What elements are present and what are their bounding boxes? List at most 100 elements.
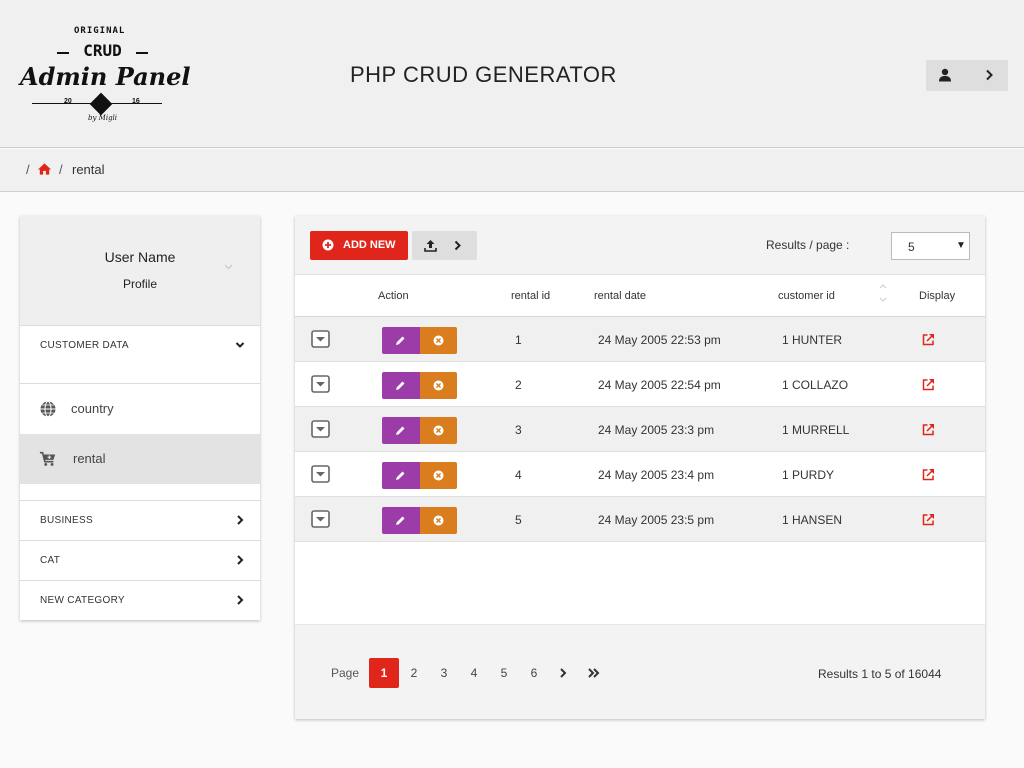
cell-customer-id: 1 PURDY [782, 468, 835, 482]
expand-row-icon[interactable] [311, 330, 330, 348]
sidebar-section-new-category[interactable]: NEW CATEGORY [20, 580, 260, 620]
table-row: 3 24 May 2005 23:3 pm 1 MURRELL [295, 407, 985, 452]
admin-panel-logo[interactable]: ORIGINAL CRUD Admin Panel 20 16 by Migli [18, 22, 191, 127]
sidebar-item-country[interactable]: country [20, 383, 260, 434]
cell-rental-date: 24 May 2005 23:4 pm [598, 468, 715, 482]
external-link-icon[interactable] [922, 468, 935, 481]
next-page-icon[interactable] [556, 667, 570, 679]
user-profile[interactable]: User Name Profile [20, 216, 260, 325]
page-button-6[interactable]: 6 [519, 658, 549, 688]
cell-rental-id: 4 [515, 468, 522, 482]
pencil-icon [396, 381, 405, 390]
caret-down-icon: ▼ [956, 240, 966, 251]
profile-link[interactable]: Profile [20, 277, 260, 291]
user-name: User Name [104, 249, 176, 265]
close-circle-icon [433, 380, 444, 391]
expand-row-icon[interactable] [311, 375, 330, 393]
external-link-icon[interactable] [922, 513, 935, 526]
logo-main-text: Admin Panel [20, 62, 191, 91]
last-page-icon[interactable] [587, 667, 601, 679]
edit-button[interactable] [382, 417, 420, 444]
chevron-right-icon [237, 595, 244, 605]
page-button-2[interactable]: 2 [399, 658, 429, 688]
cell-rental-id: 2 [515, 378, 522, 392]
add-new-button[interactable]: ADD NEW [310, 231, 408, 260]
delete-button[interactable] [420, 417, 457, 444]
logo-original-text: ORIGINAL [74, 26, 126, 36]
logo-year-right: 16 [132, 98, 140, 105]
app-title: PHP CRUD GENERATOR [350, 62, 617, 87]
column-header-customer-id[interactable]: customer id [778, 290, 835, 302]
cell-rental-date: 24 May 2005 23:3 pm [598, 423, 715, 437]
sidebar-section-label: BUSINESS [40, 515, 93, 526]
chevron-right-icon [454, 240, 461, 251]
table-row: 1 24 May 2005 22:53 pm 1 HUNTER [295, 317, 985, 362]
edit-button[interactable] [382, 327, 420, 354]
logo-diamond [89, 92, 113, 116]
sidebar-section-label: CAT [40, 555, 61, 566]
edit-button[interactable] [382, 372, 420, 399]
close-circle-icon [433, 515, 444, 526]
sidebar-section-cat[interactable]: CAT [20, 540, 260, 580]
results-per-page-value: 5 [908, 240, 915, 254]
rental-list-panel: ADD NEW Results / page : 5 ▼ Action rent… [295, 216, 985, 719]
table-header: Action rental id rental date customer id… [295, 276, 985, 317]
delete-button[interactable] [420, 507, 457, 534]
column-header-rental-id[interactable]: rental id [511, 290, 550, 302]
chevron-down-icon [235, 342, 245, 348]
logo-year-left: 20 [64, 98, 72, 105]
expand-row-icon[interactable] [311, 420, 330, 438]
upload-icon [424, 240, 437, 252]
export-button[interactable] [412, 231, 477, 260]
cell-rental-date: 24 May 2005 23:5 pm [598, 513, 715, 527]
chevron-down-icon[interactable] [224, 264, 233, 270]
cell-customer-id: 1 HUNTER [782, 333, 843, 347]
edit-button[interactable] [382, 507, 420, 534]
external-link-icon[interactable] [922, 333, 935, 346]
user-menu-button[interactable] [926, 60, 1008, 91]
pencil-icon [396, 336, 405, 345]
delete-button[interactable] [420, 372, 457, 399]
results-per-page-select[interactable]: 5 ▼ [891, 232, 970, 260]
sidebar-section-business[interactable]: BUSINESS [20, 500, 260, 540]
chevron-right-icon [986, 69, 993, 81]
delete-button[interactable] [420, 462, 457, 489]
cell-customer-id: 1 MURRELL [782, 423, 850, 437]
breadcrumb: / / rental [0, 149, 1024, 192]
plus-circle-icon [322, 239, 334, 251]
results-per-page-label: Results / page : [766, 238, 850, 252]
header: ORIGINAL CRUD Admin Panel 20 16 by Migli… [0, 0, 1024, 148]
sidebar-section-label: CUSTOMER DATA [40, 340, 129, 351]
close-circle-icon [433, 335, 444, 346]
page-button-4[interactable]: 4 [459, 658, 489, 688]
home-icon[interactable] [37, 162, 52, 176]
cart-plus-icon [39, 451, 56, 466]
breadcrumb-separator: / [59, 162, 63, 177]
sidebar-item-rental[interactable]: rental [20, 434, 260, 484]
expand-row-icon[interactable] [311, 465, 330, 483]
delete-button[interactable] [420, 327, 457, 354]
cell-customer-id: 1 HANSEN [782, 513, 843, 527]
close-circle-icon [433, 470, 444, 481]
cell-rental-date: 24 May 2005 22:53 pm [598, 333, 721, 347]
page-button-5[interactable]: 5 [489, 658, 519, 688]
cell-customer-id: 1 COLLAZO [782, 378, 849, 392]
column-header-rental-date[interactable]: rental date [594, 290, 646, 302]
page-button-3[interactable]: 3 [429, 658, 459, 688]
sidebar-section-customer-data[interactable]: CUSTOMER DATA [20, 325, 260, 365]
add-new-label: ADD NEW [343, 239, 396, 251]
table-row: 2 24 May 2005 22:54 pm 1 COLLAZO [295, 362, 985, 407]
cell-rental-id: 3 [515, 423, 522, 437]
pagination: Page 1 2 3 4 5 6 Results 1 to 5 of 16044 [295, 624, 985, 719]
user-icon [939, 68, 951, 82]
expand-row-icon[interactable] [311, 510, 330, 528]
column-header-action: Action [378, 290, 409, 302]
external-link-icon[interactable] [922, 378, 935, 391]
external-link-icon[interactable] [922, 423, 935, 436]
sort-icon[interactable] [878, 282, 888, 304]
pencil-icon [396, 516, 405, 525]
toolbar: ADD NEW Results / page : 5 ▼ [295, 216, 985, 275]
chevron-right-icon [237, 515, 244, 525]
page-button-1[interactable]: 1 [369, 658, 399, 688]
edit-button[interactable] [382, 462, 420, 489]
